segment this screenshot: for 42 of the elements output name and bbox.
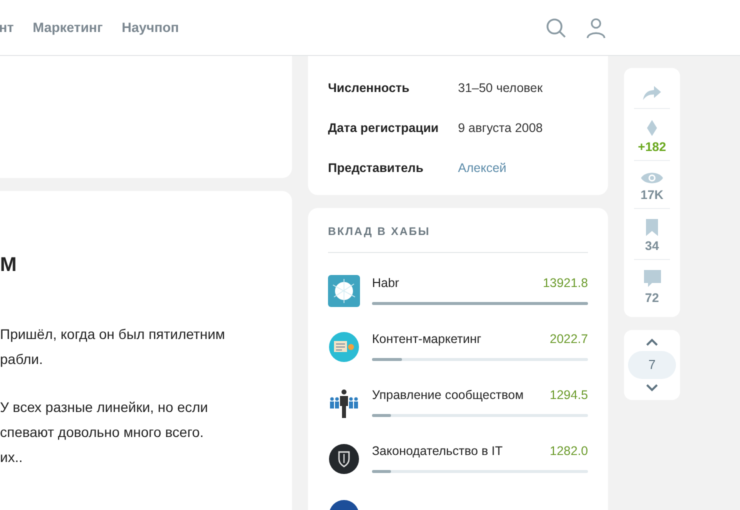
hubs-title: ВКЛАД В ХАБЫ bbox=[328, 226, 432, 238]
chevron-up-icon[interactable] bbox=[645, 338, 659, 347]
article-text-line: Пришёл, когда он был пятилетним bbox=[0, 325, 226, 344]
bookmark-icon[interactable] bbox=[646, 219, 658, 236]
nav-link[interactable]: Маркетинг bbox=[32, 20, 103, 35]
info-value: 9 августа 2008 bbox=[458, 121, 543, 135]
page-number: 7 bbox=[628, 351, 676, 379]
bookmarks-count: 34 bbox=[645, 239, 659, 253]
hub-link[interactable]: Habr bbox=[372, 276, 400, 294]
info-label: Дата регистрации bbox=[328, 121, 440, 135]
hub-logo-icon bbox=[328, 443, 360, 475]
article-text-line: их.. bbox=[0, 448, 24, 467]
hub-score: 2022.7 bbox=[550, 332, 588, 348]
article-text-line: У всех разные линейки, но если bbox=[0, 398, 209, 417]
chevron-down-icon[interactable] bbox=[645, 383, 659, 392]
article-text-line: рабли. bbox=[0, 350, 44, 369]
comment-icon[interactable] bbox=[644, 270, 660, 288]
hub-logo-icon bbox=[328, 275, 360, 307]
hub-logo-icon bbox=[328, 331, 360, 363]
user-icon[interactable] bbox=[585, 16, 607, 38]
eye-icon bbox=[640, 171, 664, 185]
hub-score: 13921.8 bbox=[542, 276, 588, 292]
comments-count: 72 bbox=[645, 291, 659, 305]
representative-link[interactable]: Алексей bbox=[458, 161, 506, 175]
hub-link[interactable]: Управление сообществом bbox=[372, 388, 524, 406]
hub-link[interactable]: Контент-маркетинг bbox=[372, 332, 482, 350]
nav-link[interactable]: нт bbox=[0, 20, 14, 35]
info-value: 31–50 человек bbox=[458, 81, 543, 95]
views-count: 17K bbox=[640, 188, 664, 202]
info-label: Представитель bbox=[328, 161, 424, 175]
article-heading: М bbox=[0, 253, 18, 277]
hub-link[interactable]: Законодательство в IT bbox=[372, 444, 503, 462]
people-icon bbox=[328, 387, 360, 419]
article-text-line: спевают довольно много всего. bbox=[0, 423, 205, 442]
rating-value: +182 bbox=[638, 140, 666, 154]
share-icon[interactable] bbox=[641, 84, 663, 102]
rating-icon bbox=[646, 119, 658, 137]
info-label: Численность bbox=[328, 81, 410, 95]
hub-score: 1294.5 bbox=[550, 388, 588, 404]
hub-score: 1282.0 bbox=[550, 444, 588, 460]
search-icon[interactable] bbox=[545, 16, 567, 38]
nav-link[interactable]: Научпоп bbox=[122, 20, 179, 35]
